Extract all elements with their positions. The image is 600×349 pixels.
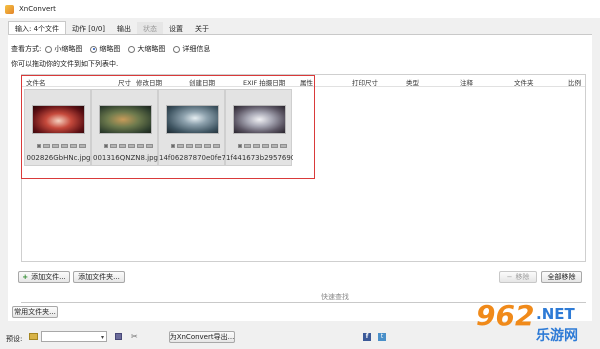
watermark-tld: .NET [536,305,575,323]
chevron-down-icon: ▾ [100,334,104,341]
add-files-button[interactable]: + 添加文件... [18,271,70,283]
add-files-label: 添加文件... [31,273,66,281]
facebook-icon[interactable]: f [363,333,371,341]
radio-dot [90,45,98,53]
site-watermark-logo: 962 .NET 乐游网 [476,299,578,344]
save-icon[interactable] [115,333,122,340]
window-title: XnConvert [19,5,56,13]
common-folders-button[interactable]: 常用文件夹... [12,306,58,318]
search-placeholder: 快速查找 [321,293,349,301]
col-comment[interactable]: 注释 [460,77,473,87]
plus-icon: + [22,273,29,281]
drag-hint: 你可以拖动你的文件到如下列表中. [11,60,119,68]
view-details-radio[interactable]: 详细信息 [173,44,210,54]
tab-input[interactable]: 输入: 4个文件 [8,21,67,35]
view-small-thumbs-label: 小缩略图 [54,45,83,53]
view-thumbs-label: 缩略图 [99,45,121,53]
title-bar: XnConvert [0,0,600,18]
view-mode-label: 查看方式: [11,45,42,53]
col-print-size[interactable]: 打印尺寸 [352,77,378,87]
main-tabs: 输入: 4个文件 动作 [0/0] 输出 状态 设置 关于 [8,21,215,35]
selection-highlight [21,75,315,179]
radio-dot [45,45,53,53]
view-details-label: 详细信息 [182,45,211,53]
watermark-site-name: 乐游网 [536,327,578,344]
preset-label: 预设: [6,335,23,343]
remove-all-button[interactable]: 全部移除 [541,271,582,283]
tools-icon[interactable]: ✂ [131,333,138,341]
view-thumbs-radio[interactable]: 缩略图 [90,44,120,54]
app-logo-icon [5,4,14,14]
view-mode-row: 查看方式: 小缩略图 缩略图 大缩略图 详细信息 [11,44,214,54]
add-folder-button[interactable]: 添加文件夹... [73,271,125,283]
preset-select[interactable]: ▾ [41,331,107,342]
export-button[interactable]: 为XnConvert导出... [169,331,235,343]
radio-dot [128,45,136,53]
watermark-number: 962 [476,299,534,332]
folder-icon[interactable] [29,333,38,340]
remove-button: − 移除 [499,271,537,283]
view-large-thumbs-radio[interactable]: 大缩略图 [128,44,165,54]
view-small-thumbs-radio[interactable]: 小缩略图 [45,44,82,54]
col-ratio[interactable]: 比例 [568,77,581,87]
twitter-icon[interactable]: t [378,333,386,341]
remove-label: 移除 [515,273,530,281]
minus-icon: − [506,273,513,281]
radio-dot [173,45,181,53]
view-large-thumbs-label: 大缩略图 [137,45,166,53]
col-type[interactable]: 类型 [406,77,419,87]
col-folder[interactable]: 文件夹 [514,77,534,87]
